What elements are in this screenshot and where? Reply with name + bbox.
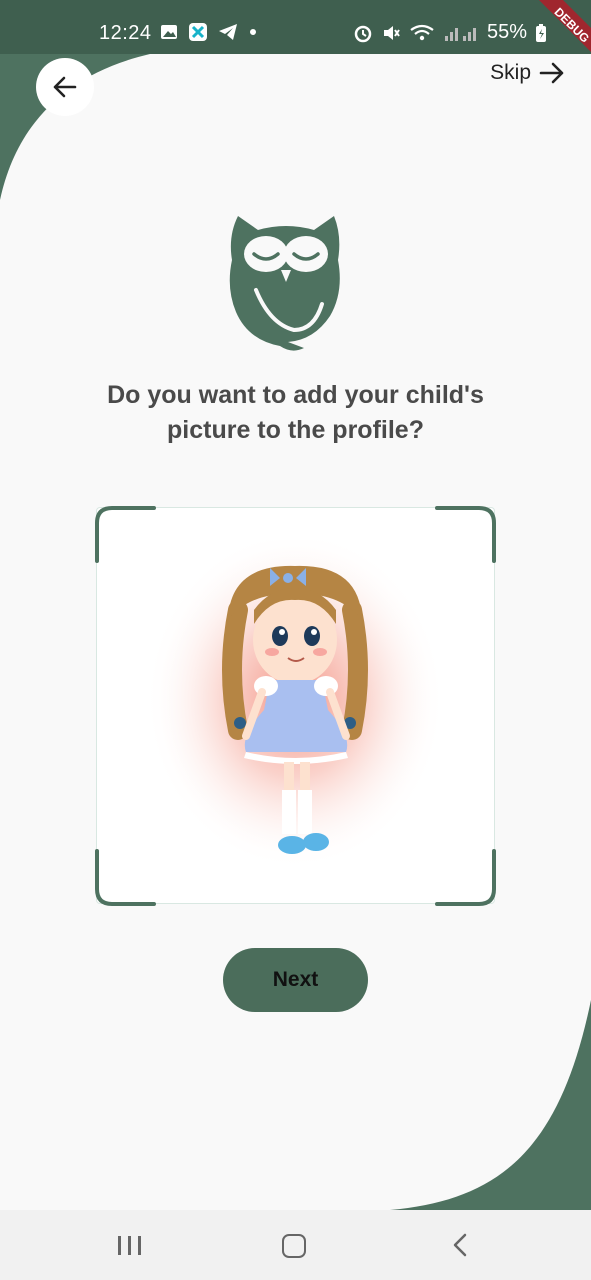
arrow-left-icon	[53, 76, 77, 98]
home-icon[interactable]	[282, 1234, 306, 1258]
navigation-bar	[0, 1210, 591, 1280]
recents-icon[interactable]	[118, 1236, 141, 1255]
question-text: Do you want to add your child's picture …	[60, 378, 531, 448]
status-time: 12:24	[99, 22, 152, 44]
back-button[interactable]	[36, 58, 94, 116]
battery-level: 55%	[486, 21, 527, 43]
mute-icon	[383, 25, 400, 40]
back-icon[interactable]	[450, 1232, 470, 1258]
alarm-icon	[354, 25, 372, 42]
question-line-2: picture to the profile?	[167, 416, 424, 444]
wifi-icon	[410, 24, 434, 40]
app-icon	[189, 23, 207, 41]
image-icon	[161, 25, 177, 39]
skip-button[interactable]: Skip	[490, 60, 565, 86]
child-illustration	[145, 540, 445, 870]
owl-logo	[229, 216, 340, 351]
telegram-icon	[219, 24, 237, 40]
dot-icon	[250, 29, 256, 35]
status-bar: 12:24 55%	[0, 0, 591, 54]
arrow-right-icon	[539, 62, 564, 84]
skip-label: Skip	[490, 61, 531, 84]
signal-icon	[444, 27, 476, 41]
question-line-1: Do you want to add your child's	[107, 381, 484, 409]
battery-icon	[536, 23, 546, 42]
next-button[interactable]: Next	[223, 948, 368, 1012]
